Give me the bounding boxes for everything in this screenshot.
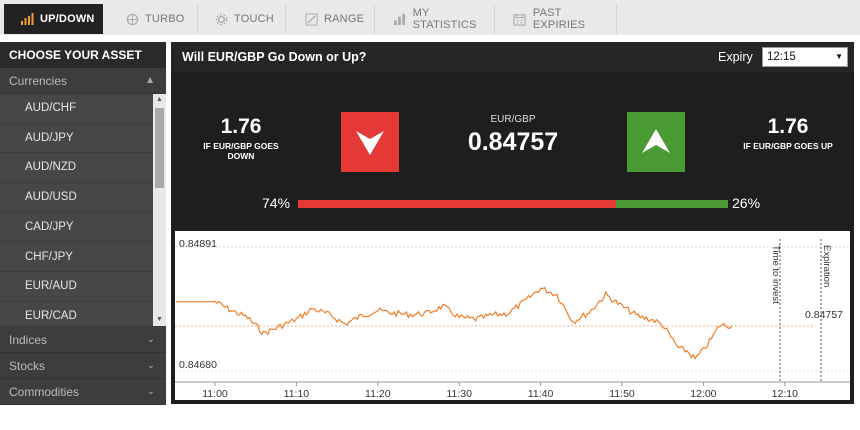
category-commodities[interactable]: Commodities ⌄ (0, 379, 166, 405)
x-tick-label: 11:00 (202, 388, 228, 400)
trade-question: Will EUR/GBP Go Down or Up? (182, 50, 367, 64)
asset-item-aud-nzd[interactable]: AUD/NZD (0, 153, 152, 184)
category-stocks[interactable]: Stocks ⌄ (0, 353, 166, 379)
tab-turbo[interactable]: TURBO (103, 4, 198, 34)
expiry-value: 12:15 (767, 51, 796, 63)
scroll-down-arrow-icon[interactable]: ▼ (153, 314, 166, 326)
chevron-up-icon: ▲ (145, 75, 155, 86)
tab-range[interactable]: RANGE (286, 4, 375, 34)
sidebar-title: CHOOSE YOUR ASSET (0, 42, 166, 68)
x-tick-label: 11:50 (609, 388, 635, 400)
expiry-select[interactable]: 12:15 ▼ (762, 47, 848, 67)
y-bottom-label: 0.84680 (179, 359, 217, 371)
range-icon (304, 12, 318, 26)
expiry-label: Expiry (718, 50, 753, 64)
chevron-down-icon: ⌄ (146, 386, 155, 397)
arrow-down-icon (356, 131, 384, 155)
arrow-up-icon (642, 129, 670, 153)
price-series-line (176, 286, 733, 360)
asset-item-eur-aud[interactable]: EUR/AUD (0, 272, 152, 302)
price-chart[interactable]: 0.84891 0.84680 0.84757 Time to invest E… (175, 231, 850, 400)
category-label: Stocks (9, 359, 46, 373)
x-tick-label: 11:10 (284, 388, 310, 400)
category-label: Currencies (9, 74, 68, 88)
y-top-label: 0.84891 (179, 238, 217, 250)
tab-touch[interactable]: TOUCH (198, 4, 286, 34)
sentiment-bar-down (298, 200, 617, 208)
up-button[interactable] (627, 112, 685, 172)
asset-item-cad-jpy[interactable]: CAD/JPY (0, 213, 152, 243)
app-root: UP/DOWN TURBO TOUCH RANGE MY STATISTICS (0, 0, 860, 430)
tab-up-down[interactable]: UP/DOWN (4, 4, 103, 34)
statistics-icon (393, 12, 407, 26)
asset-item-aud-chf[interactable]: AUD/CHF (0, 94, 152, 124)
category-label: Commodities (9, 385, 80, 399)
asset-pair-label: EUR/GBP (490, 114, 536, 125)
gear-icon (214, 12, 228, 26)
asset-list: AUD/CHF AUD/JPY AUD/NZD AUD/USD CAD/JPY … (0, 94, 166, 326)
x-tick-label: 11:40 (528, 388, 554, 400)
dropdown-arrow-icon: ▼ (835, 52, 843, 61)
tab-label: MY STATISTICS (412, 7, 477, 31)
down-payout-value: 1.76 (220, 115, 262, 138)
asset-sidebar: CHOOSE YOUR ASSET Currencies ▲ AUD/CHF A… (0, 42, 166, 405)
sentiment-bar (298, 200, 728, 208)
sentiment-bar-up (616, 200, 728, 208)
up-percentage: 26% (732, 195, 761, 211)
asset-item-aud-usd[interactable]: AUD/USD (0, 183, 152, 213)
tab-label: UP/DOWN (40, 13, 95, 25)
asset-item-aud-jpy[interactable]: AUD/JPY (0, 124, 152, 154)
up-payout-label: IF EUR/GBP GOES UP (743, 141, 833, 151)
trade-panel-header: Will EUR/GBP Go Down or Up? Expiry 12:15… (171, 42, 854, 72)
time-to-invest-label: Time to invest (770, 245, 781, 304)
tab-my-statistics[interactable]: MY STATISTICS (375, 4, 495, 34)
category-indices[interactable]: Indices ⌄ (0, 327, 166, 353)
up-payout: 1.76 IF EUR/GBP GOES UP (721, 115, 855, 151)
tab-label: PAST EXPIRIES (532, 7, 586, 31)
chevron-down-icon: ⌄ (146, 360, 155, 371)
top-tab-bar: UP/DOWN TURBO TOUCH RANGE MY STATISTICS (0, 0, 860, 35)
down-percentage: 74% (262, 195, 291, 211)
category-label: Indices (9, 333, 48, 347)
asset-item-chf-jpy[interactable]: CHF/JPY (0, 243, 152, 273)
down-payout-label-line1: IF EUR/GBP GOES (203, 141, 279, 151)
tab-past-expiries[interactable]: PAST EXPIRIES (495, 4, 617, 34)
tab-label: TURBO (145, 13, 185, 25)
current-price: 0.84757 (467, 128, 559, 156)
price-chart-svg: 0.84891 0.84680 0.84757 Time to invest E… (175, 238, 850, 400)
x-tick-label: 12:00 (690, 388, 716, 400)
down-button[interactable] (341, 112, 399, 172)
category-currencies[interactable]: Currencies ▲ (0, 68, 166, 94)
down-payout: 1.76 IF EUR/GBP GOES DOWN (191, 115, 291, 161)
x-tick-label: 11:30 (446, 388, 472, 400)
chevron-down-icon: ⌄ (146, 334, 155, 345)
globe-icon (125, 12, 139, 26)
asset-item-eur-cad[interactable]: EUR/CAD (0, 302, 152, 326)
expiration-label: Expiration (821, 245, 832, 287)
current-price-label: 0.84757 (805, 309, 843, 321)
calendar-icon (513, 12, 527, 26)
down-payout-label-line2: DOWN (227, 151, 255, 161)
tab-label: RANGE (324, 13, 365, 25)
scroll-up-arrow-icon[interactable]: ▲ (153, 94, 166, 106)
asset-list-scrollbar[interactable]: ▲ ▼ (153, 94, 166, 326)
x-tick-label: 11:20 (365, 388, 391, 400)
up-payout-value: 1.76 (767, 115, 809, 138)
tab-label: TOUCH (234, 13, 274, 25)
bar-chart-icon (20, 12, 34, 26)
x-tick-label: 12:10 (772, 388, 798, 400)
scrollbar-thumb[interactable] (155, 108, 164, 188)
trade-panel: Will EUR/GBP Go Down or Up? Expiry 12:15… (171, 42, 854, 404)
